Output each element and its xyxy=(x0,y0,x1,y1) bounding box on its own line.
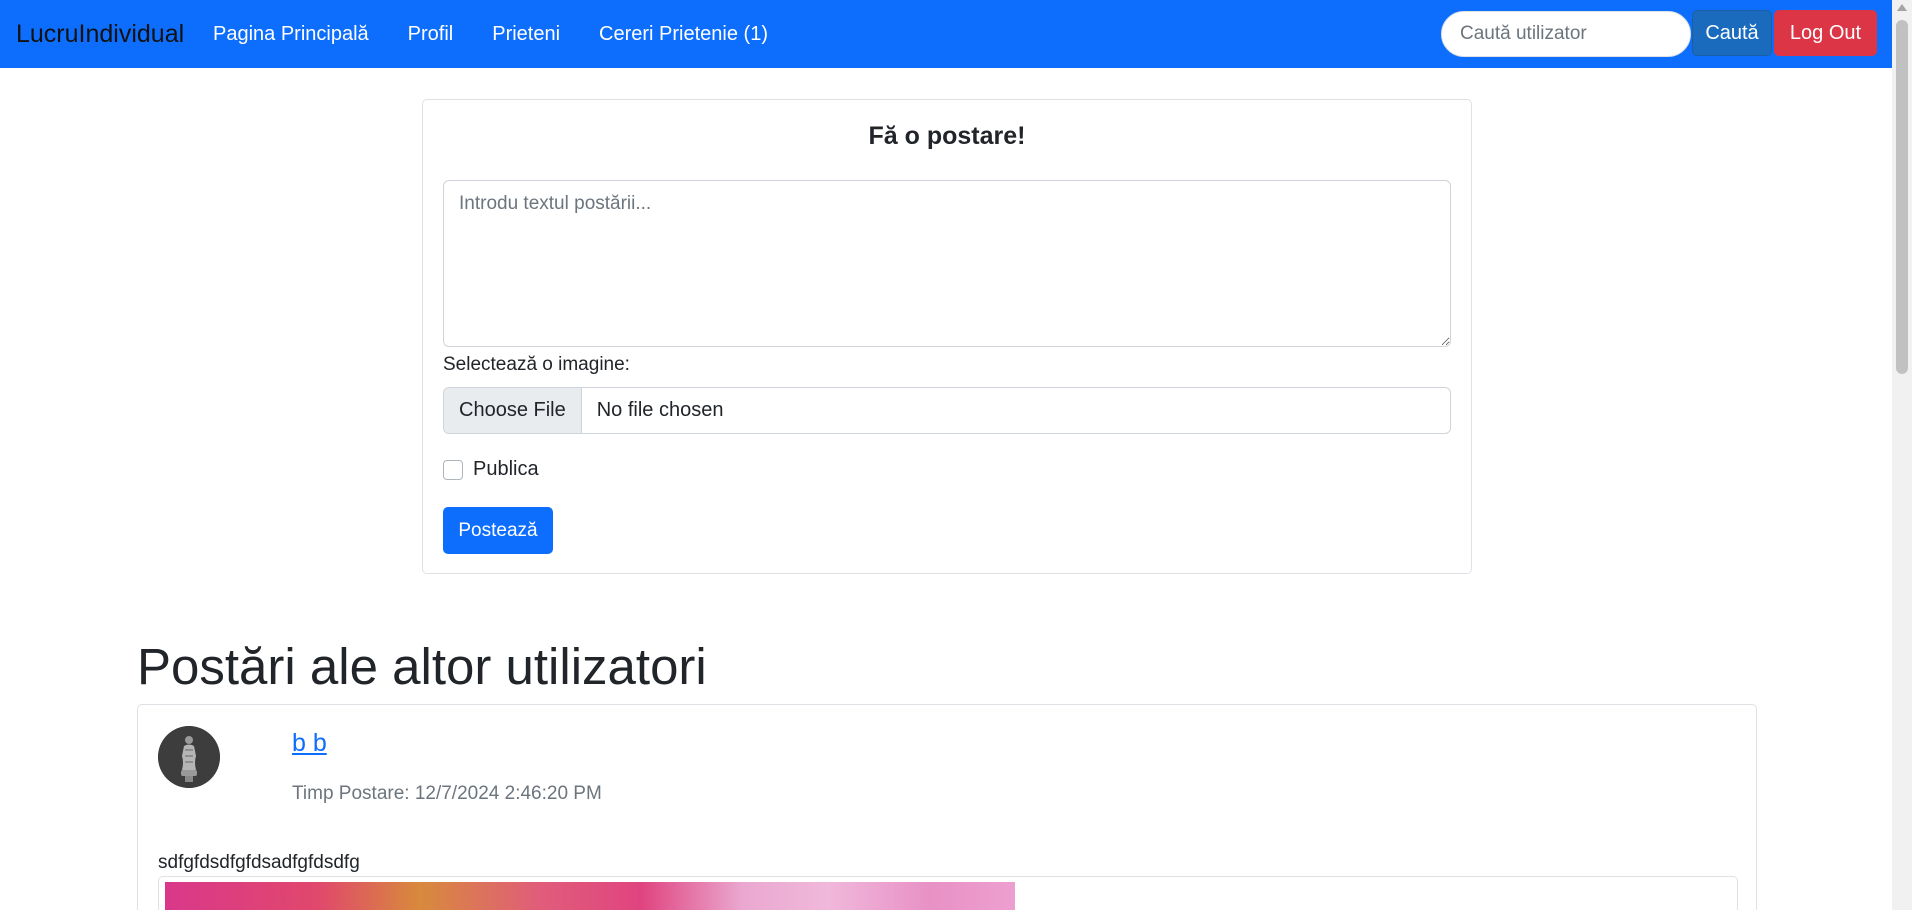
image-select-label: Selectează o imagine: xyxy=(443,354,630,375)
navbar: LucruIndividual Pagina Principală Profil… xyxy=(0,0,1892,68)
post-text-input[interactable] xyxy=(443,180,1451,347)
choose-file-button[interactable]: Choose File xyxy=(444,388,582,433)
avatar-figure-icon xyxy=(158,726,220,788)
post-body-text: sdfgfdsdfgfdsadfgfdsdfg xyxy=(158,852,360,873)
public-option: Publica xyxy=(443,458,539,481)
post-author-link[interactable]: b b xyxy=(292,725,327,761)
nav-links: Pagina Principală Profil Prieteni Cereri… xyxy=(213,0,807,68)
avatar xyxy=(158,726,220,788)
create-post-title: Fă o postare! xyxy=(868,122,1026,150)
post-image xyxy=(165,882,1015,910)
public-checkbox[interactable] xyxy=(443,459,463,480)
submit-post-button[interactable]: Postează xyxy=(443,507,553,554)
feed-post-card: b b Timp Postare: 12/7/2024 2:46:20 PM s… xyxy=(137,704,1757,910)
logout-button[interactable]: Log Out xyxy=(1774,10,1877,56)
public-checkbox-label[interactable]: Publica xyxy=(473,458,539,481)
nav-link-profile[interactable]: Profil xyxy=(408,23,454,46)
scrollbar-thumb[interactable] xyxy=(1896,20,1908,374)
page-scrollbar[interactable] xyxy=(1892,0,1912,910)
post-timestamp: Timp Postare: 12/7/2024 2:46:20 PM xyxy=(292,783,602,804)
nav-link-home[interactable]: Pagina Principală xyxy=(213,23,369,46)
file-status-text: No file chosen xyxy=(596,399,724,421)
brand-link[interactable]: LucruIndividual xyxy=(16,17,184,51)
nav-link-friends[interactable]: Prieteni xyxy=(492,23,560,46)
scroll-up-arrow-icon[interactable] xyxy=(1897,4,1907,11)
user-search-input[interactable] xyxy=(1441,11,1691,57)
search-button[interactable]: Caută xyxy=(1692,10,1772,56)
nav-link-friend-requests[interactable]: Cereri Prietenie (1) xyxy=(599,23,768,46)
post-image-frame xyxy=(158,876,1738,910)
feed-heading: Postări ale altor utilizatori xyxy=(137,638,707,695)
image-file-input[interactable]: Choose File No file chosen xyxy=(443,387,1451,434)
page: LucruIndividual Pagina Principală Profil… xyxy=(0,0,1912,910)
create-post-card: Fă o postare! Selectează o imagine: Choo… xyxy=(422,99,1472,574)
